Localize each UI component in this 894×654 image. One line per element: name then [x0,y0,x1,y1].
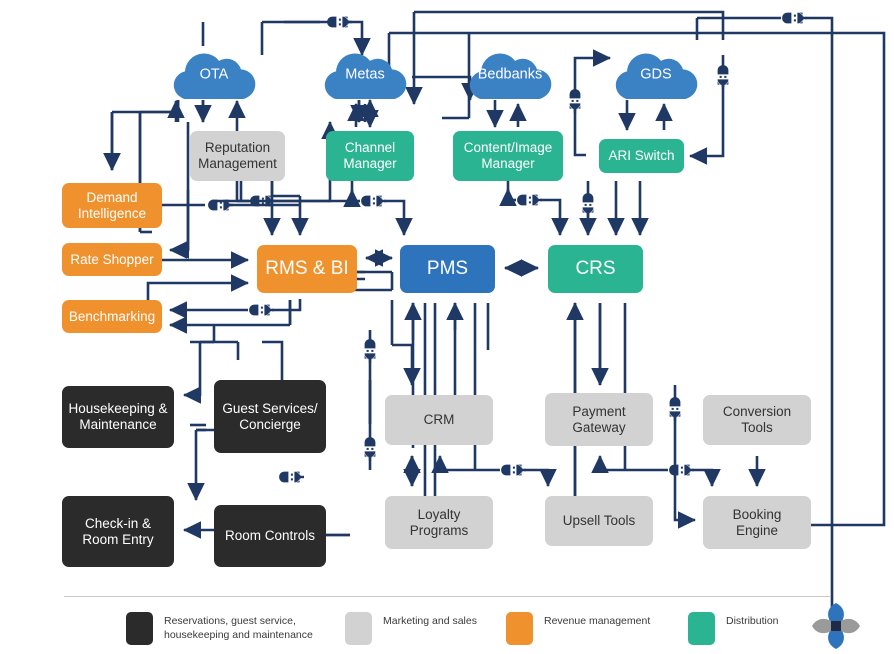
node-guest-services-concierge[interactable]: Guest Services/Concierge [214,380,326,453]
node-loyalty-programs[interactable]: Loyalty Programs [385,496,493,549]
node-benchmarking[interactable]: Benchmarking [62,300,162,333]
pinwheel-logo-icon [812,603,860,649]
legend-label: Reservations, guest service, housekeepin… [164,615,313,641]
node-crs[interactable]: CRS [548,245,643,293]
node-room-controls[interactable]: Room Controls [214,505,326,567]
node-booking-engine[interactable]: Booking Engine [703,496,811,549]
node-label: Upsell Tools [562,513,636,529]
legend-item-revenue: Revenue management [506,612,650,645]
node-channel-manager[interactable]: Channel Manager [326,131,414,181]
node-housekeeping-maintenance[interactable]: Housekeeping & Maintenance [62,386,174,448]
legend-label: Revenue management [544,615,651,627]
diagram-canvas: OTA Metas Bedbanks GDS Reputation Managem… [0,0,894,650]
node-rms-bi[interactable]: RMS & BI [257,245,357,293]
node-label: CRM [423,412,455,428]
node-label: Benchmarking [68,308,156,324]
node-label: Reputation Management [198,140,277,171]
legend: Reservations, guest service, housekeepin… [64,596,864,649]
node-reputation-management[interactable]: Reputation Management [190,131,285,181]
node-label: RMS & BI [265,257,349,279]
node-label: Housekeeping & Maintenance [68,401,168,432]
node-label: CRS [575,257,616,279]
legend-divider [64,596,830,597]
cloud-bedbanks[interactable]: Bedbanks [462,46,558,100]
node-conversion-tools[interactable]: Conversion Tools [703,395,811,445]
node-ari-switch[interactable]: ARI Switch [599,139,684,173]
node-label: Demand Intelligence [77,189,147,221]
node-label: Loyalty Programs [409,506,469,538]
node-label: Payment Gateway [572,403,626,435]
legend-swatch-reservations [126,612,153,645]
node-check-in-room-entry[interactable]: Check-in & Room Entry [62,496,174,567]
node-upsell-tools[interactable]: Upsell Tools [545,496,653,546]
node-payment-gateway[interactable]: Payment Gateway [545,393,653,446]
legend-swatch-marketing [345,612,372,645]
node-label: Content/Image Manager [463,140,553,171]
cloud-shape-icon [615,53,698,100]
node-label: PMS [426,257,469,279]
cloud-shape-icon [469,53,552,100]
legend-swatch-revenue [506,612,533,645]
node-label: Rate Shopper [70,251,154,267]
node-label: Check-in & Room Entry [82,515,154,547]
node-label: Guest Services/Concierge [222,400,318,432]
node-pms[interactable]: PMS [400,245,495,293]
cloud-shape-icon [173,53,256,100]
cloud-metas[interactable]: Metas [317,46,413,100]
node-content-image-manager[interactable]: Content/Image Manager [453,131,563,181]
node-label: ARI Switch [608,148,675,164]
node-demand-intelligence[interactable]: Demand Intelligence [62,183,162,228]
legend-label: Distribution [726,615,779,627]
legend-item-distribution: Distribution [688,612,779,645]
node-label: Room Controls [224,528,316,544]
cloud-shape-icon [324,53,407,100]
node-label: Booking Engine [732,506,782,538]
legend-label: Marketing and sales [383,615,477,627]
node-crm[interactable]: CRM [385,395,493,445]
legend-item-marketing: Marketing and sales [345,612,477,645]
legend-swatch-distribution [688,612,715,645]
legend-item-reservations: Reservations, guest service, housekeepin… [126,612,313,645]
node-label: Channel Manager [343,140,397,171]
cloud-ota[interactable]: OTA [166,46,262,100]
cloud-gds[interactable]: GDS [608,46,704,100]
node-rate-shopper[interactable]: Rate Shopper [62,243,162,276]
node-label: Conversion Tools [722,404,792,435]
